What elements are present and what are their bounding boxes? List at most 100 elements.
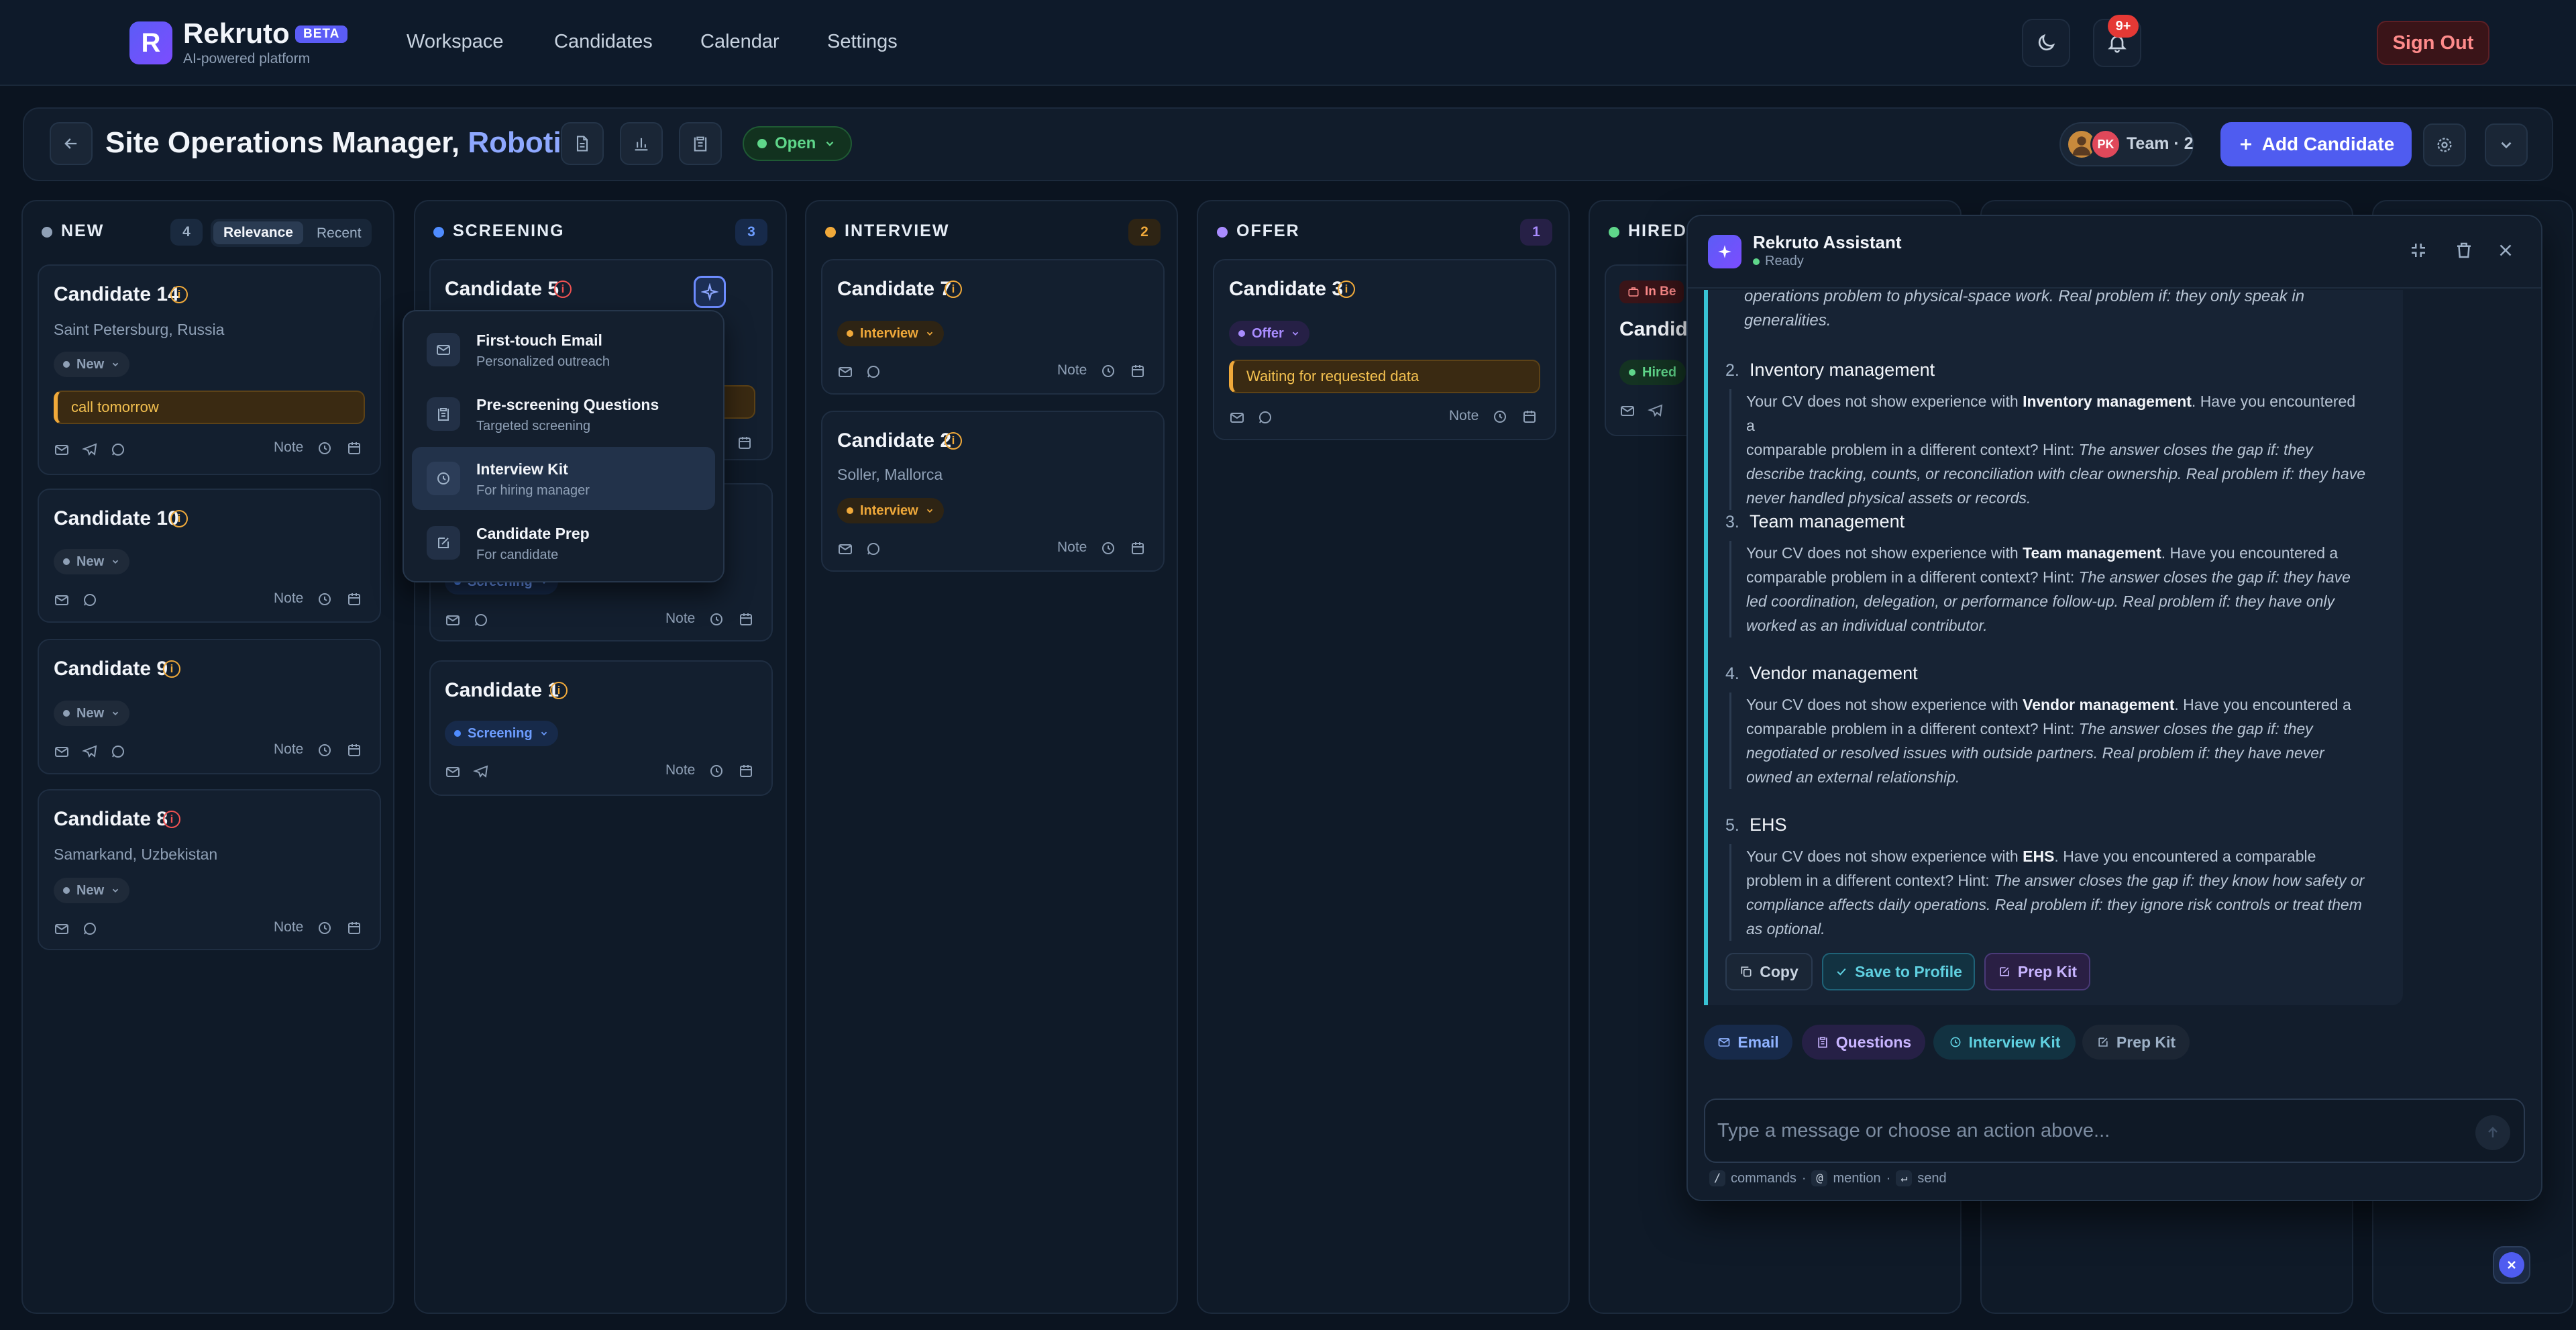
nav-calendar[interactable]: Calendar bbox=[700, 31, 780, 53]
sign-out-button[interactable]: Sign Out bbox=[2377, 21, 2489, 65]
stage-dropdown[interactable]: Offer bbox=[1229, 321, 1309, 346]
info-icon[interactable]: i bbox=[170, 286, 188, 303]
mail-icon[interactable] bbox=[54, 442, 70, 458]
mail-icon[interactable] bbox=[54, 744, 70, 760]
note-button[interactable]: Note bbox=[274, 440, 303, 456]
nav-candidates[interactable]: Candidates bbox=[554, 31, 653, 53]
calendar-icon[interactable] bbox=[737, 435, 753, 451]
info-icon[interactable]: i bbox=[945, 432, 962, 450]
sort-recent[interactable]: Recent bbox=[317, 225, 362, 242]
mail-icon[interactable] bbox=[1619, 403, 1635, 419]
chip-email[interactable]: Email bbox=[1704, 1025, 1792, 1060]
minimize-button[interactable] bbox=[2408, 240, 2428, 260]
more-options-button[interactable] bbox=[2485, 123, 2528, 166]
note-button[interactable]: Note bbox=[665, 762, 695, 778]
nav-workspace[interactable]: Workspace bbox=[407, 31, 504, 53]
whatsapp-icon[interactable] bbox=[865, 364, 881, 380]
stage-dropdown[interactable]: New bbox=[54, 878, 130, 903]
clock-icon[interactable] bbox=[1492, 409, 1508, 425]
stage-dropdown[interactable]: New bbox=[54, 549, 130, 574]
info-icon[interactable]: i bbox=[1338, 280, 1355, 298]
whatsapp-icon[interactable] bbox=[1257, 409, 1273, 425]
whatsapp-icon[interactable] bbox=[473, 612, 489, 628]
info-icon[interactable]: i bbox=[945, 280, 962, 298]
candidate-name[interactable]: Candidate 7 bbox=[837, 278, 951, 301]
sort-relevance[interactable]: Relevance bbox=[213, 221, 303, 244]
mail-icon[interactable] bbox=[1229, 409, 1245, 425]
chip-questions[interactable]: Questions bbox=[1802, 1025, 1925, 1060]
theme-toggle-button[interactable] bbox=[2022, 19, 2070, 67]
telegram-icon[interactable] bbox=[1648, 403, 1664, 419]
clock-icon[interactable] bbox=[317, 742, 333, 758]
clock-icon[interactable] bbox=[708, 611, 724, 627]
back-button[interactable] bbox=[50, 122, 93, 165]
chip-prep-kit[interactable]: Prep Kit bbox=[2082, 1025, 2190, 1060]
whatsapp-icon[interactable] bbox=[82, 592, 98, 608]
telegram-icon[interactable] bbox=[473, 764, 489, 780]
calendar-icon[interactable] bbox=[738, 611, 754, 627]
stage-dropdown[interactable]: New bbox=[54, 352, 130, 377]
note-button[interactable]: Note bbox=[665, 611, 695, 627]
whatsapp-icon[interactable] bbox=[110, 744, 126, 760]
calendar-icon[interactable] bbox=[1521, 409, 1538, 425]
clock-icon[interactable] bbox=[1100, 540, 1116, 556]
whatsapp-icon[interactable] bbox=[82, 921, 98, 937]
calendar-icon[interactable] bbox=[738, 763, 754, 779]
candidate-name[interactable]: Candidate 1 bbox=[445, 679, 559, 702]
clock-icon[interactable] bbox=[317, 440, 333, 456]
clipboard-button[interactable] bbox=[679, 122, 722, 165]
chip-interview-kit[interactable]: Interview Kit bbox=[1933, 1025, 2076, 1060]
clock-icon[interactable] bbox=[317, 591, 333, 607]
settings-button[interactable] bbox=[2423, 123, 2466, 166]
note-button[interactable]: Note bbox=[1057, 362, 1087, 378]
save-to-profile-button[interactable]: Save to Profile bbox=[1822, 953, 1975, 990]
clear-chat-button[interactable] bbox=[2454, 240, 2474, 260]
stage-dropdown[interactable]: Interview bbox=[837, 321, 944, 346]
candidate-name[interactable]: Candidate 10 bbox=[54, 507, 179, 530]
ai-actions-button[interactable] bbox=[694, 276, 726, 308]
candidate-name[interactable]: Candidate 9 bbox=[54, 658, 168, 680]
candidate-name[interactable]: Candidate 14 bbox=[54, 283, 179, 306]
job-status-dropdown[interactable]: Open bbox=[743, 126, 852, 161]
clock-icon[interactable] bbox=[708, 763, 724, 779]
mail-icon[interactable] bbox=[837, 364, 853, 380]
clock-icon[interactable] bbox=[317, 920, 333, 936]
stage-dropdown[interactable]: Interview bbox=[837, 498, 944, 523]
whatsapp-icon[interactable] bbox=[865, 541, 881, 557]
calendar-icon[interactable] bbox=[346, 742, 362, 758]
telegram-icon[interactable] bbox=[82, 442, 98, 458]
mail-icon[interactable] bbox=[445, 764, 461, 780]
calendar-icon[interactable] bbox=[346, 591, 362, 607]
clock-icon[interactable] bbox=[1100, 363, 1116, 379]
prep-kit-button[interactable]: Prep Kit bbox=[1984, 953, 2090, 990]
note-button[interactable]: Note bbox=[274, 919, 303, 935]
candidate-name[interactable]: Candidate 3 bbox=[1229, 278, 1343, 301]
send-button[interactable] bbox=[2475, 1115, 2510, 1150]
stage-dropdown[interactable]: Screening bbox=[445, 721, 558, 746]
candidate-name[interactable]: Candidate 2 bbox=[837, 429, 951, 452]
note-button[interactable]: Note bbox=[1449, 408, 1479, 424]
mail-icon[interactable] bbox=[54, 592, 70, 608]
nav-settings[interactable]: Settings bbox=[827, 31, 898, 53]
info-icon[interactable]: i bbox=[170, 510, 188, 527]
candidate-name[interactable]: Candidate 5 bbox=[445, 278, 559, 301]
message-input[interactable] bbox=[1717, 1111, 2455, 1151]
floating-close-button[interactable] bbox=[2493, 1246, 2530, 1284]
stage-dropdown[interactable]: New bbox=[54, 701, 130, 726]
note-button[interactable]: Note bbox=[274, 591, 303, 607]
info-icon[interactable]: i bbox=[163, 660, 180, 678]
info-icon[interactable]: i bbox=[554, 280, 572, 298]
analytics-button[interactable] bbox=[620, 122, 663, 165]
calendar-icon[interactable] bbox=[1130, 363, 1146, 379]
close-assistant-button[interactable] bbox=[2496, 240, 2516, 260]
add-candidate-button[interactable]: Add Candidate bbox=[2220, 122, 2412, 166]
job-description-button[interactable] bbox=[561, 122, 604, 165]
mail-icon[interactable] bbox=[445, 612, 461, 628]
rekruto-logo[interactable]: R bbox=[129, 21, 172, 64]
stage-dropdown[interactable]: Hired bbox=[1619, 360, 1686, 385]
candidate-name[interactable]: Candidate 8 bbox=[54, 808, 168, 831]
whatsapp-icon[interactable] bbox=[110, 442, 126, 458]
mail-icon[interactable] bbox=[837, 541, 853, 557]
calendar-icon[interactable] bbox=[1130, 540, 1146, 556]
calendar-icon[interactable] bbox=[346, 920, 362, 936]
